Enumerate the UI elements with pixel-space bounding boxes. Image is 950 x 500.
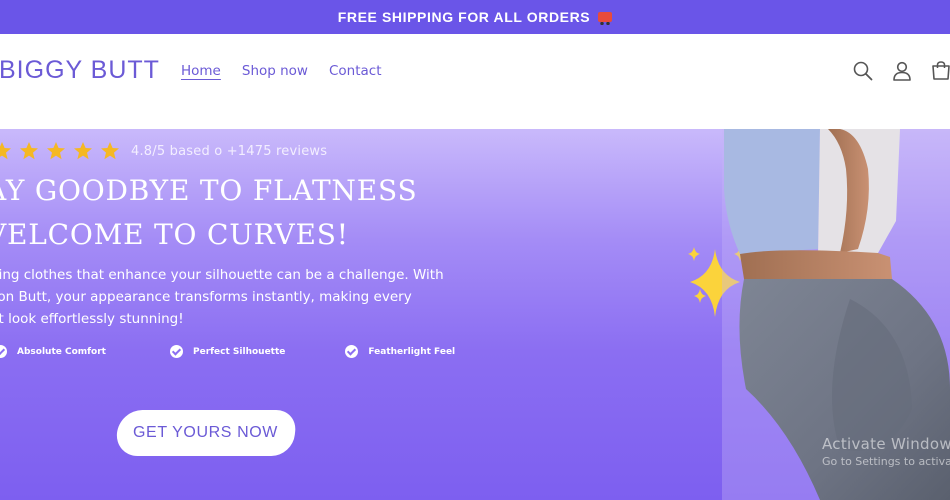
- star-icon: [74, 142, 92, 160]
- description-line-3: fit look effortlessly stunning!: [0, 311, 184, 327]
- star-icon: [101, 142, 119, 160]
- truck-icon: [598, 12, 613, 25]
- feature-label: Perfect Silhouette: [193, 346, 286, 357]
- star-icon: [0, 142, 11, 160]
- rating-text: 4.8/5 based o +1475 reviews: [131, 143, 328, 159]
- hero-headline: AY GOODBYE TO FLATNESS VELCOME TO CURVES…: [0, 169, 417, 257]
- feature-item: Perfect Silhouette: [170, 345, 285, 358]
- watermark-line-1: Activate Windows: [822, 435, 950, 453]
- check-icon: [0, 345, 7, 358]
- watermark-line-2: Go to Settings to activate Windows.: [822, 455, 950, 468]
- site-header: BIGGY BUTT Home Shop now Contact: [0, 34, 950, 129]
- cta-label: GET YOURS NOW: [133, 424, 279, 441]
- description-line-2: con Butt, your appearance transforms ins…: [0, 289, 412, 305]
- brand-logo[interactable]: BIGGY BUTT: [0, 56, 160, 85]
- check-icon: [345, 345, 359, 358]
- nav-contact[interactable]: Contact: [329, 63, 382, 79]
- headline-line-1: AY GOODBYE TO FLATNESS: [0, 174, 418, 207]
- hero-description: ding clothes that enhance your silhouett…: [0, 264, 470, 330]
- star-icon: [47, 142, 65, 160]
- windows-activation-watermark: Activate Windows Go to Settings to activ…: [822, 435, 950, 468]
- feature-list: Absolute Comfort Perfect Silhouette Feat…: [0, 345, 515, 358]
- hero-banner: 4.8/5 based o +1475 reviews AY GOODBYE T…: [0, 129, 950, 500]
- get-yours-now-button[interactable]: GET YOURS NOW: [114, 410, 298, 456]
- description-line-1: ding clothes that enhance your silhouett…: [0, 267, 444, 283]
- star-icon: [20, 142, 38, 160]
- nav-shop-now[interactable]: Shop now: [242, 63, 308, 79]
- account-icon[interactable]: [891, 60, 913, 82]
- check-icon: [170, 345, 183, 358]
- feature-item: Absolute Comfort: [0, 345, 106, 358]
- feature-label: Featherlight Feel: [368, 346, 456, 357]
- headline-line-2: VELCOME TO CURVES!: [0, 218, 349, 251]
- announcement-bar: FREE SHIPPING FOR ALL ORDERS: [0, 0, 950, 34]
- rating-row: 4.8/5 based o +1475 reviews: [0, 141, 327, 161]
- search-icon[interactable]: [852, 60, 874, 82]
- announcement-text: FREE SHIPPING FOR ALL ORDERS: [337, 9, 591, 25]
- main-nav: Home Shop now Contact: [181, 63, 382, 79]
- feature-label: Absolute Comfort: [17, 346, 106, 357]
- cart-icon[interactable]: [930, 60, 950, 82]
- feature-item: Featherlight Feel: [345, 345, 455, 358]
- nav-home[interactable]: Home: [181, 63, 221, 79]
